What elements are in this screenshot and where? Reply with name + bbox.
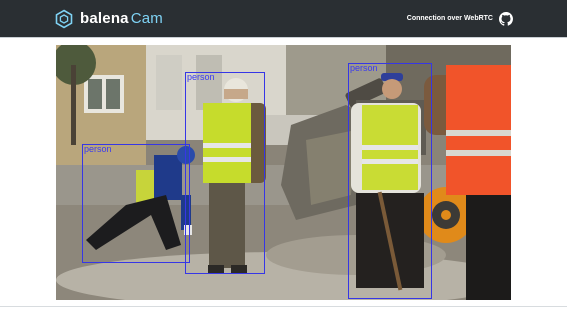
brand[interactable]: balena Cam (54, 9, 163, 29)
detection-box: person (348, 63, 432, 299)
detection-label: person (187, 72, 215, 82)
detection-label: person (84, 144, 112, 154)
github-icon[interactable] (499, 11, 513, 26)
brand-secondary: Cam (130, 10, 164, 27)
camera-feed: person person person (56, 45, 511, 300)
connection-text: Connection over WebRTC (406, 15, 493, 22)
top-bar: balena Cam Connection over WebRTC (0, 0, 567, 37)
connection-status: Connection over WebRTC (406, 11, 513, 26)
app-title: balena Cam (80, 10, 163, 27)
header-divider (0, 37, 567, 38)
balena-cube-icon (55, 9, 73, 28)
detection-box: person (82, 144, 190, 263)
footer-divider (0, 306, 567, 307)
detection-label: person (350, 63, 378, 73)
detection-box: person (185, 72, 265, 274)
brand-primary: balena (80, 10, 129, 27)
